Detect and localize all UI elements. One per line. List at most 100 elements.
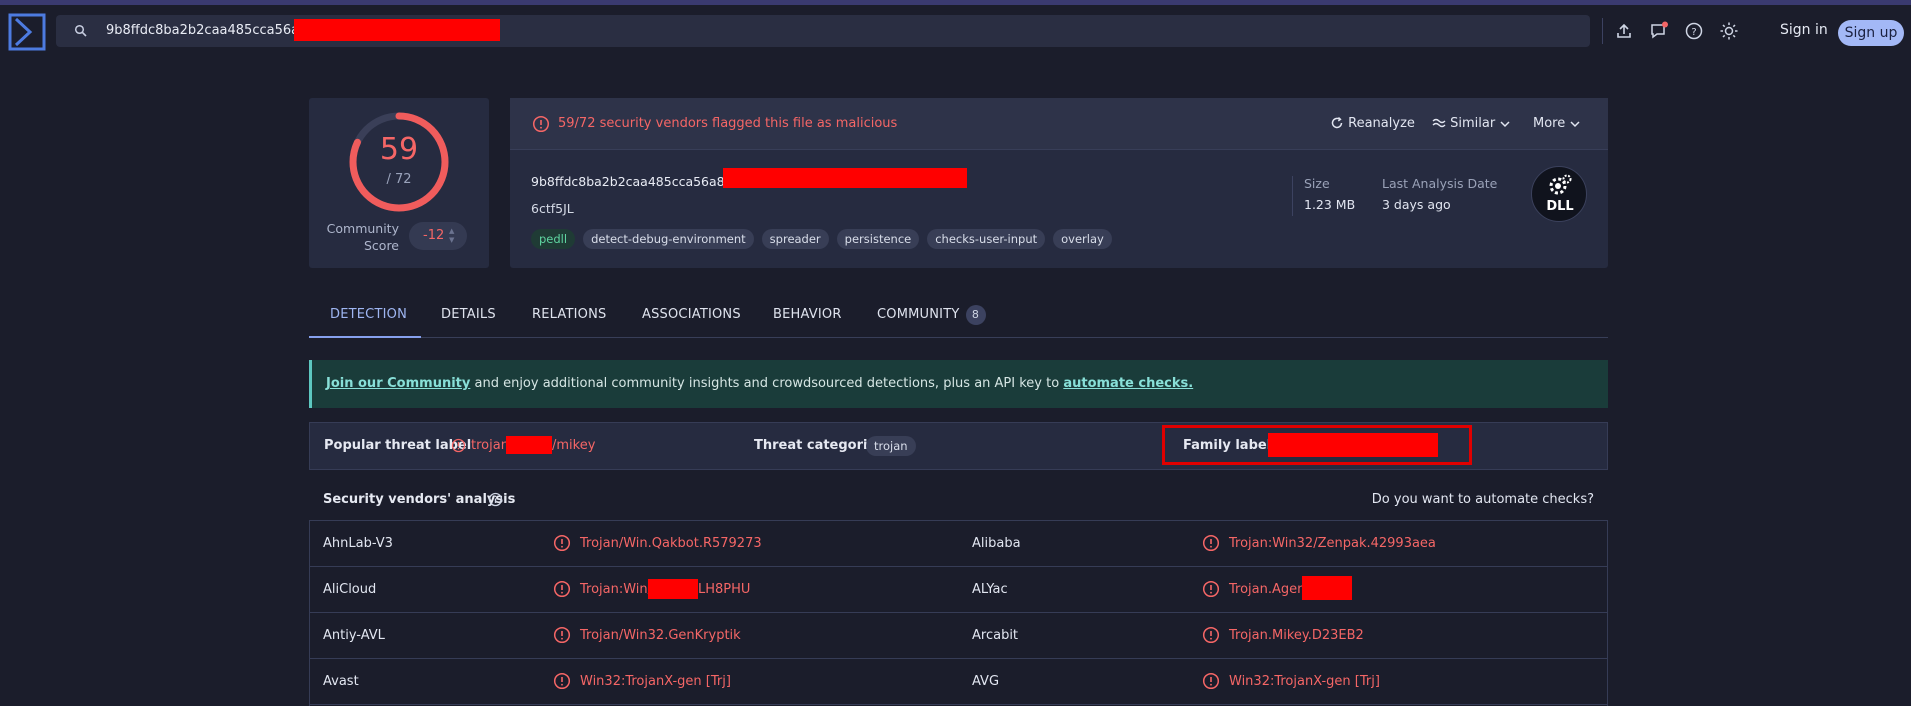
alert-circle-icon	[553, 672, 571, 690]
more-dropdown[interactable]: More	[1533, 116, 1581, 131]
community-score-label: Community Score	[326, 221, 399, 253]
reanalyze-label: Reanalyze	[1348, 116, 1415, 131]
community-count-badge: 8	[965, 305, 986, 325]
upload-icon[interactable]	[1614, 21, 1634, 41]
redacted-block	[723, 168, 967, 188]
file-type-label: DLL	[1546, 199, 1574, 214]
search-icon	[74, 24, 87, 37]
alert-circle-icon	[532, 115, 550, 133]
community-score-value: -12	[423, 228, 445, 243]
tab-associations[interactable]: ASSOCIATIONS	[642, 307, 741, 322]
alert-circle-icon	[553, 626, 571, 644]
top-header: 9b8ffdc8ba2b2caa485cca56a82b ? Sign in S…	[0, 5, 1911, 57]
alert-circle-icon	[1202, 534, 1220, 552]
logo-icon[interactable]	[8, 13, 46, 51]
tab-detection[interactable]: DETECTION	[330, 307, 407, 322]
vendor-result: Trojan/Win32.GenKryptik	[580, 628, 741, 643]
threat-categories-title: Threat categories	[754, 438, 885, 453]
tab-community[interactable]: COMMUNITY 8	[877, 305, 986, 325]
vendor-name: Arcabit	[972, 628, 1019, 643]
automate-checks-prompt[interactable]: Do you want to automate checks?	[1372, 492, 1594, 507]
vote-arrows-icon[interactable]: ▲ ▼	[449, 227, 454, 245]
alert-circle-icon	[553, 534, 571, 552]
file-tags: pedll detect-debug-environment spreader per…	[531, 229, 1112, 249]
similar-label: Similar	[1450, 116, 1496, 131]
last-analysis-value: 3 days ago	[1382, 197, 1451, 212]
table-row: Antiy-AVL Trojan/Win32.GenKryptik Arcabi…	[310, 613, 1607, 659]
report-tabs: DETECTION DETAILS RELATIONS ASSOCIATIONS…	[309, 296, 1608, 338]
help-icon[interactable]: ?	[1684, 21, 1704, 41]
alert-circle-icon	[553, 580, 571, 598]
theme-icon[interactable]	[1719, 21, 1739, 41]
file-tag[interactable]: detect-debug-environment	[583, 229, 754, 249]
file-type-badge: DLL	[1531, 166, 1587, 222]
vendor-result: Win32:TrojanX-gen [Trj]	[1229, 674, 1380, 689]
file-summary-card: 59/72 security vendors flagged this file…	[510, 98, 1608, 268]
community-banner: Join our Community and enjoy additional …	[309, 360, 1608, 408]
search-bar[interactable]: 9b8ffdc8ba2b2caa485cca56a82b	[56, 15, 1590, 47]
chat-icon[interactable]	[1649, 21, 1669, 41]
vendor-name: AhnLab-V3	[323, 536, 393, 551]
file-tag[interactable]: checks-user-input	[927, 229, 1046, 249]
vendor-result-suffix: LH8PHU	[698, 582, 751, 597]
detection-score-card: 59 / 72 Community Score -12 ▲ ▼	[309, 98, 489, 268]
alert-circle-icon	[451, 438, 466, 453]
file-tag[interactable]: pedll	[531, 229, 576, 249]
refresh-icon	[1331, 116, 1343, 129]
sign-up-button[interactable]: Sign up	[1838, 20, 1904, 46]
popular-threat-suffix[interactable]: /mikey	[552, 438, 595, 453]
chevron-down-icon	[1570, 121, 1580, 128]
vendor-result: Trojan:Win32/Zenpak.42993aea	[1229, 536, 1436, 551]
vendor-name: AVG	[972, 674, 1000, 689]
vendors-table: AhnLab-V3 Trojan/Win.Qakbot.R579273 Alib…	[309, 520, 1608, 706]
tab-behavior[interactable]: BEHAVIOR	[773, 307, 842, 322]
summary-header: 59/72 security vendors flagged this file…	[510, 98, 1608, 150]
vendor-result: Trojan.Mikey.D23EB2	[1229, 628, 1364, 643]
family-labels-highlight	[1162, 425, 1472, 465]
banner-middle-text: and enjoy additional community insights …	[470, 376, 1064, 391]
redacted-block	[648, 579, 698, 599]
vendors-title: Security vendors' analysis	[323, 492, 516, 507]
community-score-widget[interactable]: -12 ▲ ▼	[409, 222, 467, 250]
file-hash[interactable]: 9b8ffdc8ba2b2caa485cca56a82b	[531, 174, 741, 189]
file-name: 6ctf5JL	[531, 201, 574, 216]
file-tag[interactable]: persistence	[836, 229, 920, 249]
gears-icon	[1549, 174, 1572, 195]
alert-circle-icon	[1202, 672, 1220, 690]
redacted-block	[506, 436, 552, 454]
size-value: 1.23 MB	[1304, 197, 1356, 212]
banner-text: Join our Community and enjoy additional …	[326, 376, 1193, 391]
sign-in-link[interactable]: Sign in	[1780, 22, 1828, 38]
threat-category-tag[interactable]: trojan	[866, 436, 916, 456]
info-icon[interactable]	[488, 492, 503, 507]
file-tag[interactable]: spreader	[761, 229, 829, 249]
size-label: Size	[1304, 176, 1330, 191]
table-row: AhnLab-V3 Trojan/Win.Qakbot.R579273 Alib…	[310, 521, 1607, 567]
search-input[interactable]: 9b8ffdc8ba2b2caa485cca56a82b	[106, 23, 324, 38]
chevron-down-icon	[1500, 121, 1510, 128]
similar-icon	[1432, 118, 1446, 128]
automate-checks-link[interactable]: automate checks.	[1063, 376, 1193, 391]
vendor-name: Alibaba	[972, 536, 1021, 551]
last-analysis-label: Last Analysis Date	[1382, 176, 1498, 191]
tab-community-label: COMMUNITY	[877, 307, 960, 322]
vendor-result: Win32:TrojanX-gen [Trj]	[580, 674, 731, 689]
vendor-name: Antiy-AVL	[323, 628, 385, 643]
table-row: AliCloud Trojan:Win/ LH8PHU ALYac Trojan…	[310, 567, 1607, 613]
join-community-link[interactable]: Join our Community	[326, 376, 470, 391]
popular-threat-prefix[interactable]: trojan	[471, 438, 509, 453]
detection-total: / 72	[386, 172, 412, 187]
vendors-header: Security vendors' analysis Do you want t…	[309, 480, 1608, 520]
vendor-result: Trojan/Win.Qakbot.R579273	[580, 536, 762, 551]
more-label: More	[1533, 116, 1566, 131]
similar-dropdown[interactable]: Similar	[1432, 116, 1511, 131]
file-tag[interactable]: overlay	[1053, 229, 1112, 249]
popular-threat-label-title: Popular threat label	[324, 438, 472, 453]
redacted-block	[1302, 576, 1352, 600]
tab-relations[interactable]: RELATIONS	[532, 307, 606, 322]
reanalyze-button[interactable]: Reanalyze	[1330, 116, 1415, 131]
vendor-name: ALYac	[972, 582, 1008, 597]
header-divider	[1602, 18, 1603, 44]
redacted-block	[294, 19, 500, 41]
tab-details[interactable]: DETAILS	[441, 307, 496, 322]
